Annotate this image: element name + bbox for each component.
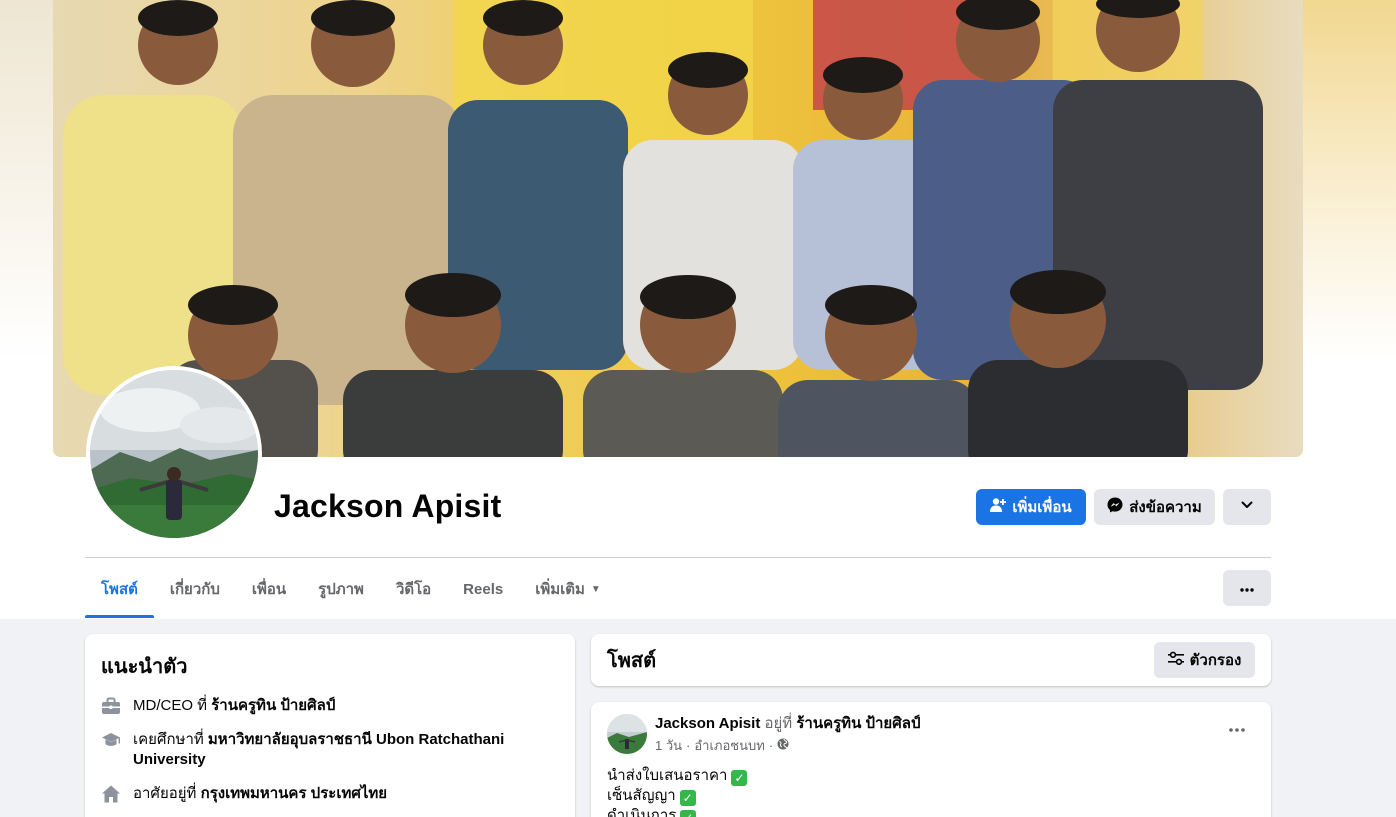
post-body: นำส่งใบเสนอราคา✓ เซ็นสัญญา✓ ดำเนินการ✓ (607, 766, 1255, 817)
intro-title: แนะนำตัว (101, 656, 188, 678)
post-line: นำส่งใบเสนอราคา ✓ (607, 766, 1255, 786)
intro-lives: อาศัยอยู่ที่ กรุงเทพมหานคร ประเทศไทย (101, 784, 559, 804)
separator-dot: · (686, 738, 691, 753)
caret-down-icon: ▼ (590, 583, 601, 595)
filter-label: ตัวกรอง (1189, 652, 1242, 669)
tabs-more-options-button[interactable] (1223, 570, 1271, 606)
post-author-avatar[interactable] (607, 714, 647, 754)
tab-videos[interactable]: วิดีโอ (380, 560, 447, 618)
header-divider (85, 557, 1271, 558)
filter-button[interactable]: ตัวกรอง (1154, 642, 1255, 678)
intro-study-prefix: เคยศึกษาที่ (133, 731, 208, 748)
post-at-text: อยู่ที่ (760, 715, 797, 732)
intro-study: เคยศึกษาที่ มหาวิทยาลัยอุบลราชธานี Ubon … (101, 730, 559, 770)
check-mark-icon: ✓ (680, 810, 697, 817)
intro-work-prefix: MD/CEO ที่ (133, 697, 212, 714)
tab-more[interactable]: เพิ่มเติม ▼ (519, 560, 617, 618)
intro-live-prefix: อาศัยอยู่ที่ (133, 785, 201, 802)
header-background-right (1302, 0, 1396, 360)
post-options-button[interactable] (1219, 710, 1255, 746)
post-card: Jackson Apisit อยู่ที่ ร้านครูทิน ป้ายศิ… (591, 702, 1271, 817)
message-label: ส่งข้อความ (1129, 499, 1202, 516)
intro-work-place[interactable]: ร้านครูทิน ป้ายศิลป์ (211, 697, 335, 714)
intro-study-text: เคยศึกษาที่ มหาวิทยาลัยอุบลราชธานี Ubon … (133, 730, 559, 770)
post-location[interactable]: อำเภอชนบท (694, 735, 764, 756)
intro-lives-text: อาศัยอยู่ที่ กรุงเทพมหานคร ประเทศไทย (133, 784, 387, 804)
post-line-text: เซ็นสัญญา (607, 787, 676, 804)
more-horizontal-icon (1229, 719, 1245, 737)
profile-tabs: โพสต์ เกี่ยวกับ เพื่อน รูปภาพ วิดีโอ Ree… (85, 560, 617, 618)
add-friend-label: เพิ่มเพื่อน (1012, 499, 1072, 516)
chevron-down-icon (1240, 498, 1254, 516)
profile-picture-image (90, 370, 258, 538)
briefcase-icon (101, 696, 121, 716)
post-line-text: นำส่งใบเสนอราคา (607, 767, 728, 784)
intro-work-text: MD/CEO ที่ ร้านครูทิน ป้ายศิลป์ (133, 696, 335, 716)
tab-photos[interactable]: รูปภาพ (302, 560, 380, 618)
person-plus-icon (990, 497, 1007, 517)
posts-header-card: โพสต์ ตัวกรอง (591, 634, 1271, 686)
messenger-icon (1107, 497, 1123, 517)
header-background-left (0, 0, 53, 360)
check-mark-icon: ✓ (731, 770, 748, 786)
post-place[interactable]: ร้านครูทิน ป้ายศิลป์ (796, 715, 920, 732)
tab-label: Reels (463, 580, 504, 598)
tab-label: เพื่อน (251, 581, 287, 598)
add-friend-button[interactable]: เพิ่มเพื่อน (976, 489, 1086, 525)
home-icon (101, 784, 121, 804)
separator-dot: · (768, 738, 774, 753)
post-subline: 1 วัน · อำเภอชนบท · (655, 735, 1211, 756)
sliders-icon (1167, 651, 1184, 669)
post-line: ดำเนินการ✓ (607, 806, 1255, 817)
intro-live-place[interactable]: กรุงเทพมหานคร ประเทศไทย (201, 785, 387, 802)
tab-reels[interactable]: Reels (447, 560, 519, 618)
cover-photo-image (53, 0, 1303, 457)
post-line: เซ็นสัญญา ✓ (607, 786, 1255, 806)
cover-photo[interactable] (53, 0, 1303, 457)
graduation-cap-icon (101, 730, 121, 750)
tab-friends[interactable]: เพื่อน (236, 560, 302, 618)
post-line-text: ดำเนินการ (607, 807, 677, 817)
tab-label: รูปภาพ (318, 581, 364, 598)
post-time[interactable]: 1 วัน (655, 735, 682, 756)
post-author-name[interactable]: Jackson Apisit (655, 715, 760, 732)
profile-picture[interactable] (86, 366, 262, 542)
check-mark-icon: ✓ (679, 790, 696, 806)
profile-name: Jackson Apisit (274, 488, 502, 524)
more-horizontal-icon (1240, 579, 1254, 597)
post-meta: Jackson Apisit อยู่ที่ ร้านครูทิน ป้ายศิ… (655, 714, 1211, 756)
tab-label: วิดีโอ (395, 581, 432, 598)
globe-icon (777, 738, 789, 753)
tab-label: เกี่ยวกับ (169, 581, 220, 598)
intro-card: แนะนำตัว MD/CEO ที่ ร้านครูทิน ป้ายศิลป์… (85, 634, 575, 817)
posts-title: โพสต์ (607, 650, 657, 672)
tab-about[interactable]: เกี่ยวกับ (154, 560, 236, 618)
post-title: Jackson Apisit อยู่ที่ ร้านครูทิน ป้ายศิ… (655, 714, 1211, 733)
intro-work: MD/CEO ที่ ร้านครูทิน ป้ายศิลป์ (101, 696, 559, 716)
tab-label: เพิ่มเติม (535, 581, 585, 598)
tab-label: โพสต์ (101, 581, 138, 598)
message-button[interactable]: ส่งข้อความ (1094, 489, 1215, 525)
post-header: Jackson Apisit อยู่ที่ ร้านครูทิน ป้ายศิ… (607, 714, 1255, 756)
profile-more-button[interactable] (1223, 489, 1271, 525)
tab-posts[interactable]: โพสต์ (85, 560, 154, 618)
